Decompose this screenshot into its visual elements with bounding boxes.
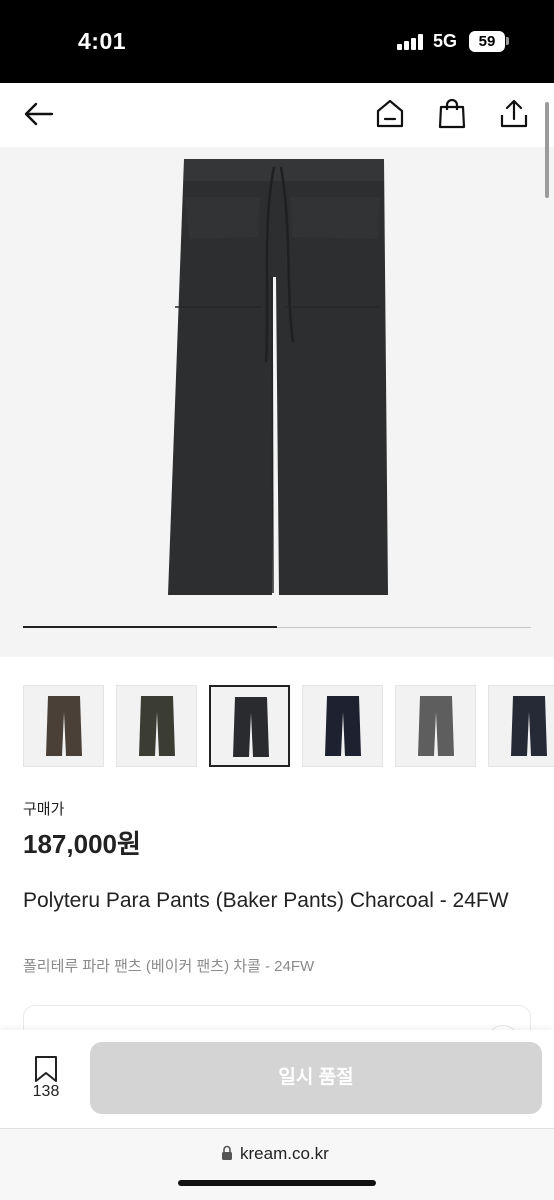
color-thumbnail-charcoal[interactable] [209, 685, 290, 767]
status-bar: 4:01 5G 59 [0, 0, 554, 83]
signal-icon [397, 34, 423, 50]
battery-tip [506, 37, 509, 45]
url-text[interactable]: kream.co.kr [240, 1144, 329, 1164]
home-icon[interactable] [373, 97, 407, 131]
status-time: 4:01 [78, 28, 127, 54]
color-thumbnail-navy[interactable] [302, 685, 383, 767]
price-label: 구매가 [23, 801, 65, 818]
back-arrow-icon[interactable] [22, 97, 56, 131]
color-thumbnails [23, 685, 554, 767]
nav-bar [0, 83, 554, 147]
bookmark-count: 138 [32, 1083, 60, 1100]
product-name: Polyteru Para Pants (Baker Pants) Charco… [23, 889, 509, 912]
color-thumbnail-olive[interactable] [116, 685, 197, 767]
product-price: 187,000원 [23, 829, 141, 859]
product-image[interactable] [0, 147, 554, 657]
product-name-korean: 폴리테루 파라 팬츠 (베이커 팬츠) 차콜 - 24FW [23, 958, 315, 975]
shopping-bag-icon[interactable] [435, 97, 469, 131]
browser-url-bar[interactable] [0, 1128, 554, 1200]
lock-icon [222, 1145, 232, 1160]
pants-thumbnail-image [139, 696, 175, 756]
battery-icon: 59 [469, 31, 505, 52]
pants-thumbnail-image [233, 697, 269, 757]
color-thumbnail-brown[interactable] [23, 685, 104, 767]
gallery-progress-fill [23, 626, 277, 628]
sold-out-button[interactable]: 일시 품절 [90, 1042, 542, 1114]
color-thumbnail-dark-navy[interactable] [488, 685, 554, 767]
page-scrollbar[interactable] [545, 102, 549, 198]
pants-thumbnail-image [325, 696, 361, 756]
pants-thumbnail-image [46, 696, 82, 756]
share-icon[interactable] [497, 97, 531, 131]
bookmark-icon[interactable] [33, 1055, 59, 1083]
network-type: 5G [433, 31, 458, 51]
home-indicator[interactable] [178, 1180, 376, 1186]
pants-thumbnail-image [511, 696, 547, 756]
pants-thumbnail-image [418, 696, 454, 756]
color-thumbnail-grey[interactable] [395, 685, 476, 767]
pants-image [168, 159, 388, 595]
